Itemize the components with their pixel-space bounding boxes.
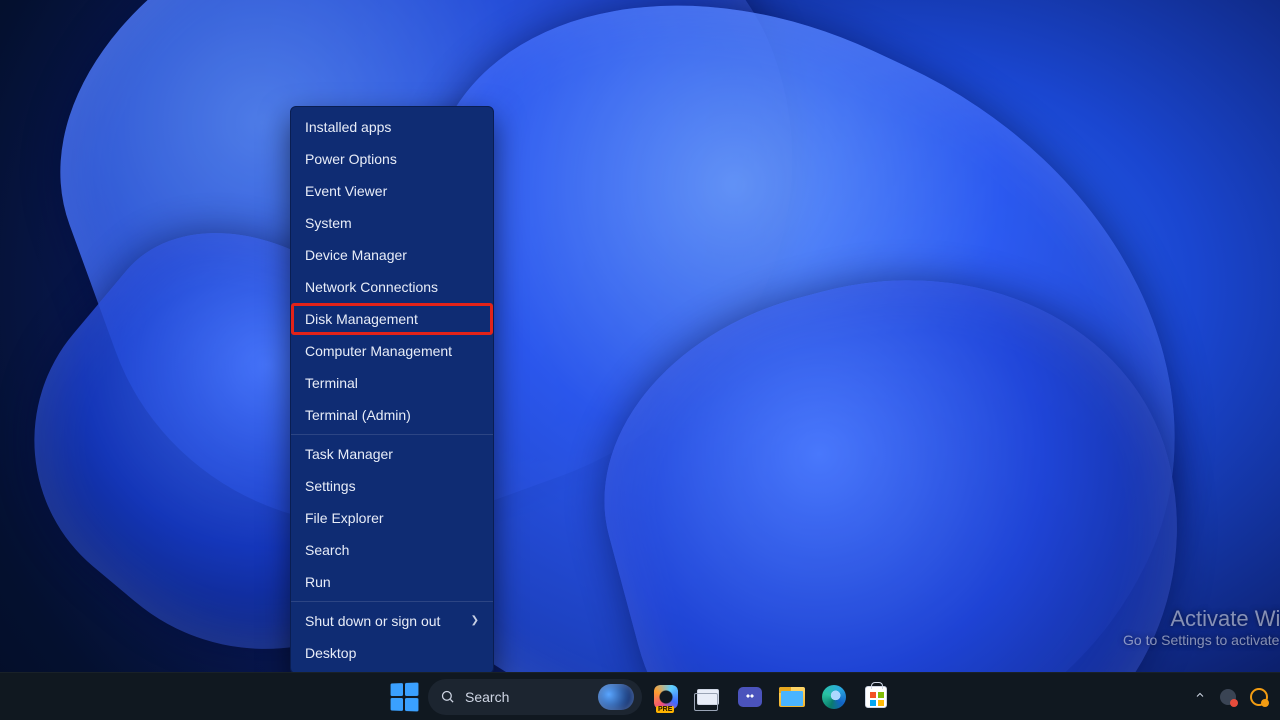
taskbar-search[interactable]: Search xyxy=(428,679,642,715)
tray-status-icon[interactable] xyxy=(1220,689,1236,705)
menu-item-label: Terminal (Admin) xyxy=(305,406,411,424)
taskbar-task-view[interactable] xyxy=(690,679,726,715)
menu-item-device-manager[interactable]: Device Manager xyxy=(291,239,493,271)
activation-title: Activate Windows xyxy=(1123,606,1280,632)
menu-item-shut-down-or-sign-out[interactable]: Shut down or sign out ❯ xyxy=(291,605,493,637)
menu-item-disk-management[interactable]: Disk Management xyxy=(291,303,493,335)
edge-icon xyxy=(822,685,846,709)
taskbar: Search PRE xyxy=(0,672,1280,720)
taskbar-file-explorer[interactable] xyxy=(774,679,810,715)
file-explorer-icon xyxy=(779,687,805,707)
menu-item-label: Power Options xyxy=(305,150,397,168)
menu-item-label: Task Manager xyxy=(305,445,393,463)
copilot-pre-badge: PRE xyxy=(656,706,674,713)
tray-windows-update-icon[interactable] xyxy=(1250,688,1268,706)
menu-item-task-manager[interactable]: Task Manager xyxy=(291,438,493,470)
menu-item-label: Run xyxy=(305,573,331,591)
menu-item-system[interactable]: System xyxy=(291,207,493,239)
menu-separator xyxy=(291,434,493,435)
menu-item-label: Device Manager xyxy=(305,246,407,264)
search-icon xyxy=(440,689,455,704)
menu-item-label: File Explorer xyxy=(305,509,384,527)
search-highlight-icon xyxy=(598,684,634,710)
menu-item-label: Network Connections xyxy=(305,278,438,296)
tray-overflow-button[interactable] xyxy=(1194,688,1206,706)
menu-item-desktop[interactable]: Desktop xyxy=(291,637,493,669)
start-button[interactable] xyxy=(386,679,422,715)
menu-item-label: System xyxy=(305,214,352,232)
search-placeholder: Search xyxy=(465,689,509,705)
menu-item-label: Installed apps xyxy=(305,118,391,136)
menu-item-terminal-admin[interactable]: Terminal (Admin) xyxy=(291,399,493,431)
menu-item-installed-apps[interactable]: Installed apps xyxy=(291,111,493,143)
menu-item-network-connections[interactable]: Network Connections xyxy=(291,271,493,303)
desktop[interactable]: Installed apps Power Options Event Viewe… xyxy=(0,0,1280,720)
menu-item-label: Terminal xyxy=(305,374,358,392)
menu-item-label: Shut down or sign out xyxy=(305,612,440,630)
menu-item-label: Settings xyxy=(305,477,356,495)
menu-item-label: Desktop xyxy=(305,644,356,662)
activation-watermark: Activate Windows Go to Settings to activ… xyxy=(1123,606,1280,648)
chevron-right-icon: ❯ xyxy=(471,612,479,630)
taskbar-edge[interactable] xyxy=(816,679,852,715)
menu-item-power-options[interactable]: Power Options xyxy=(291,143,493,175)
taskbar-store[interactable] xyxy=(858,679,894,715)
taskbar-center: Search PRE xyxy=(386,679,894,715)
system-tray xyxy=(1194,688,1268,706)
chat-icon xyxy=(738,687,762,707)
menu-item-event-viewer[interactable]: Event Viewer xyxy=(291,175,493,207)
winx-context-menu: Installed apps Power Options Event Viewe… xyxy=(290,106,494,674)
menu-item-terminal[interactable]: Terminal xyxy=(291,367,493,399)
task-view-icon xyxy=(697,689,719,705)
menu-item-computer-management[interactable]: Computer Management xyxy=(291,335,493,367)
menu-item-run[interactable]: Run xyxy=(291,566,493,598)
chevron-up-icon xyxy=(1194,689,1206,701)
menu-separator xyxy=(291,601,493,602)
taskbar-chat[interactable] xyxy=(732,679,768,715)
activation-subtitle: Go to Settings to activate Windows. xyxy=(1123,632,1280,648)
menu-item-label: Disk Management xyxy=(305,310,418,328)
menu-item-file-explorer[interactable]: File Explorer xyxy=(291,502,493,534)
menu-item-search[interactable]: Search xyxy=(291,534,493,566)
taskbar-copilot[interactable]: PRE xyxy=(648,679,684,715)
menu-item-settings[interactable]: Settings xyxy=(291,470,493,502)
microsoft-store-icon xyxy=(865,686,887,708)
menu-item-label: Event Viewer xyxy=(305,182,387,200)
menu-item-label: Computer Management xyxy=(305,342,452,360)
menu-item-label: Search xyxy=(305,541,349,559)
windows-logo-icon xyxy=(391,682,419,711)
